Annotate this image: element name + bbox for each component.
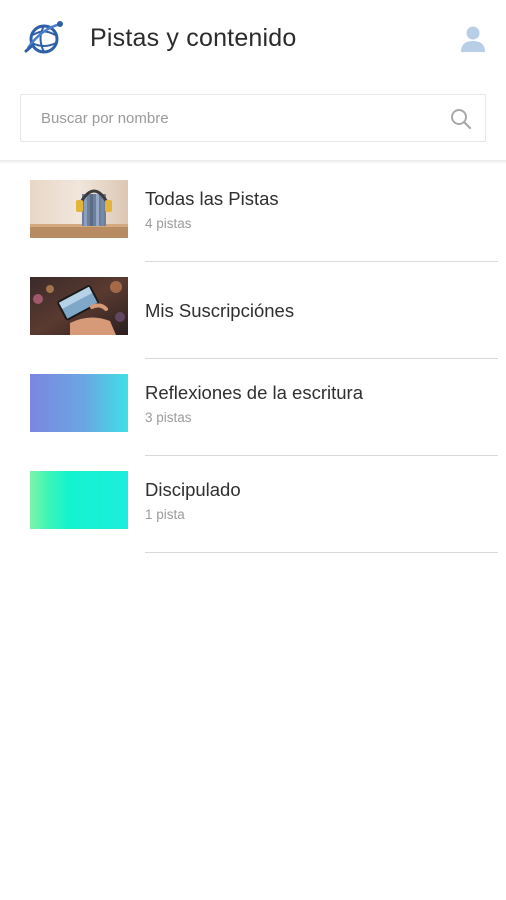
search-icon[interactable] — [449, 107, 473, 131]
track-list: Todas las Pistas 4 pistas Mis Suscripció… — [0, 165, 506, 553]
search-bar — [20, 94, 486, 142]
globe-logo-icon[interactable] — [24, 18, 64, 58]
list-item-reflexiones[interactable]: Reflexiones de la escritura 3 pistas — [0, 359, 506, 456]
phone-in-hand-thumbnail — [30, 277, 128, 335]
search-input[interactable] — [21, 95, 441, 141]
user-icon[interactable] — [458, 24, 488, 54]
header: Pistas y contenido — [0, 0, 506, 78]
books-headphones-thumbnail — [30, 180, 128, 238]
header-divider — [0, 160, 506, 164]
list-item-text: Reflexiones de la escritura 3 pistas — [145, 359, 498, 456]
purple-cyan-gradient-thumbnail — [30, 374, 128, 432]
list-item-todas-las-pistas[interactable]: Todas las Pistas 4 pistas — [0, 165, 506, 262]
green-cyan-gradient-thumbnail — [30, 471, 128, 529]
list-item-text: Mis Suscripciónes — [145, 262, 498, 359]
list-item-title: Reflexiones de la escritura — [145, 382, 363, 403]
page-title: Pistas y contenido — [90, 24, 297, 52]
list-item-subtitle: 4 pistas — [145, 216, 192, 231]
list-item-title: Todas las Pistas — [145, 188, 279, 209]
list-item-text: Discipulado 1 pista — [145, 456, 498, 553]
list-item-text: Todas las Pistas 4 pistas — [145, 165, 498, 262]
list-item-subtitle: 3 pistas — [145, 410, 192, 425]
list-item-mis-suscripciones[interactable]: Mis Suscripciónes — [0, 262, 506, 359]
list-item-discipulado[interactable]: Discipulado 1 pista — [0, 456, 506, 553]
list-item-title: Discipulado — [145, 479, 241, 500]
app-screen: Pistas y contenido Buscar por nombre Tod… — [0, 0, 506, 900]
list-item-subtitle: 1 pista — [145, 507, 185, 522]
list-item-title: Mis Suscripciónes — [145, 300, 295, 321]
